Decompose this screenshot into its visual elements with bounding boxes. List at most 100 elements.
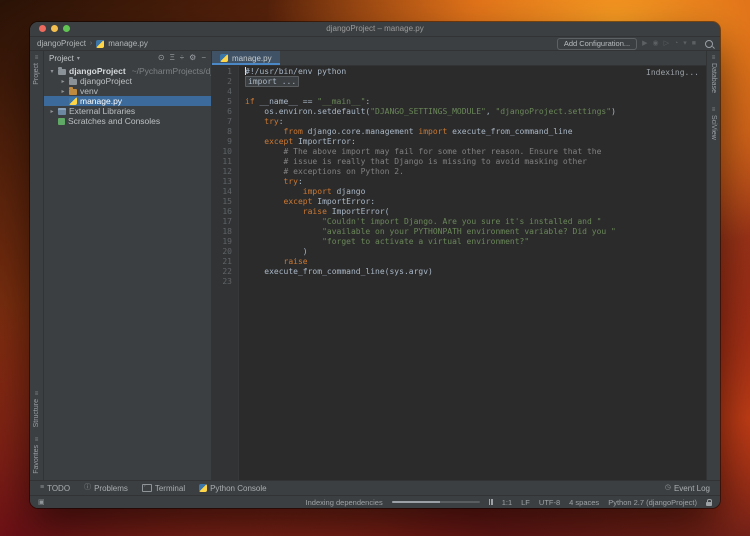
sidebar-item-structure[interactable]: ≡ Structure (33, 391, 40, 427)
code-line[interactable]: except ImportError: (239, 137, 706, 147)
line-number[interactable]: 1 (212, 67, 238, 77)
line-number[interactable]: 17 (212, 217, 238, 227)
toolwindow-button-todo[interactable]: ≡ TODO (40, 484, 70, 493)
window-titlebar[interactable]: djangoProject – manage.py (30, 22, 720, 37)
breadcrumb-file[interactable]: manage.py (108, 39, 148, 48)
bottom-tool-bar: ≡TODO ⓘProblems Terminal Python Console ◷ E… (30, 480, 720, 495)
tree-item-scratches-and-consoles[interactable]: Scratches and Consoles (44, 116, 211, 126)
code-line[interactable]: raise ImportError( (239, 207, 706, 217)
line-number[interactable]: 15 (212, 197, 238, 207)
line-number[interactable]: 20 (212, 247, 238, 257)
code-line[interactable]: except ImportError: (239, 197, 706, 207)
line-number[interactable]: 18 (212, 227, 238, 237)
code-token: # issue is really that Django is missing… (245, 157, 587, 166)
chevron-down-icon[interactable]: ▾ (49, 68, 55, 75)
tree-item-manage-py[interactable]: manage.py (44, 96, 211, 106)
toolwindow-button-problems[interactable]: ⓘ Problems (84, 484, 128, 493)
line-number[interactable]: 19 (212, 237, 238, 247)
code-line[interactable]: # exceptions on Python 2. (239, 167, 706, 177)
line-number[interactable]: 5 (212, 97, 238, 107)
line-number[interactable]: 13 (212, 177, 238, 187)
tree-item-external-libraries[interactable]: ▸ External Libraries (44, 106, 211, 116)
tree-item-djangoproject[interactable]: ▾ djangoProject ~/PycharmProjects/djangoPr… (44, 66, 211, 76)
add-configuration-button[interactable]: Add Configuration... (556, 37, 638, 50)
hide-icon[interactable]: − (201, 54, 206, 62)
code-line[interactable]: #!/usr/bin/env python (239, 67, 706, 77)
code-line[interactable]: # The above import may fail for some oth… (239, 147, 706, 157)
zoom-button[interactable] (63, 25, 70, 32)
code-line[interactable] (239, 277, 706, 287)
folded-import-region[interactable]: import ... (245, 76, 300, 87)
stop-icon[interactable]: ■ (692, 39, 696, 49)
code-content[interactable]: #!/usr/bin/env python import ... if __name… (239, 66, 706, 480)
code-line[interactable]: # issue is really that Django is missing… (239, 157, 706, 167)
close-button[interactable] (39, 25, 46, 32)
dropdown-icon[interactable]: ▾ (683, 39, 687, 49)
line-number[interactable]: 6 (212, 107, 238, 117)
toolwindow-button-python-console[interactable]: Python Console (199, 484, 267, 493)
line-number[interactable]: 9 (212, 137, 238, 147)
code-line[interactable]: from django.core.management import execu… (239, 127, 706, 137)
line-number[interactable]: 7 (212, 117, 238, 127)
line-number[interactable]: 2 (212, 77, 238, 87)
minimize-button[interactable] (51, 25, 58, 32)
line-number[interactable]: 8 (212, 127, 238, 137)
collapse-all-icon[interactable]: ÷ (180, 54, 184, 62)
toolwindow-button-terminal[interactable]: Terminal (141, 483, 185, 493)
code-line[interactable]: raise (239, 257, 706, 267)
sidebar-item-favorites[interactable]: ≡ Favorites (33, 437, 40, 474)
line-number[interactable]: 11 (212, 157, 238, 167)
line-number[interactable]: 22 (212, 267, 238, 277)
code-line[interactable]: "available on your PYTHONPATH environmen… (239, 227, 706, 237)
line-ending-widget[interactable]: LF (521, 498, 530, 507)
chevron-right-icon[interactable]: ▸ (60, 88, 66, 95)
code-line[interactable] (239, 87, 706, 97)
search-everywhere-icon[interactable] (705, 39, 713, 48)
profiler-icon[interactable]: ◔ (674, 39, 678, 49)
project-view-dropdown[interactable]: Project (49, 54, 74, 63)
tree-item-djangoproject[interactable]: ▸ djangoProject (44, 76, 211, 86)
code-line[interactable]: import django (239, 187, 706, 197)
code-line[interactable]: try: (239, 177, 706, 187)
pause-icon[interactable] (488, 499, 493, 505)
indent-widget[interactable]: 4 spaces (569, 498, 599, 507)
chevron-right-icon[interactable]: ▸ (49, 108, 55, 115)
caret-position-widget[interactable]: 1:1 (502, 498, 512, 507)
line-number[interactable]: 12 (212, 167, 238, 177)
line-number[interactable]: 23 (212, 277, 238, 287)
lock-icon[interactable] (706, 498, 712, 506)
toolwindow-toggle-icon[interactable]: ▣ (38, 498, 45, 506)
locate-icon[interactable]: ⊙ (158, 54, 165, 62)
sidebar-item-project[interactable]: ≡ Project (33, 55, 40, 85)
editor-tab-manage-py[interactable]: manage.py (212, 51, 280, 65)
code-line[interactable]: "Couldn't import Django. Are you sure it… (239, 217, 706, 227)
line-number[interactable]: 21 (212, 257, 238, 267)
code-line[interactable]: execute_from_command_line(sys.argv) (239, 267, 706, 277)
code-line[interactable]: import ... (239, 76, 706, 87)
code-line[interactable]: try: (239, 117, 706, 127)
debug-icon[interactable]: ◉ (653, 39, 659, 49)
settings-icon[interactable]: ⚙ (189, 54, 196, 62)
encoding-widget[interactable]: UTF-8 (539, 498, 560, 507)
code-line[interactable]: if __name__ == "__main__": (239, 97, 706, 107)
coverage-icon[interactable]: ▷ (664, 39, 669, 49)
interpreter-widget[interactable]: Python 2.7 (djangoProject) (608, 498, 697, 507)
code-token: if (245, 97, 260, 106)
line-number[interactable]: 16 (212, 207, 238, 217)
sidebar-item-database[interactable]: ≡ Database (710, 55, 717, 93)
run-icon[interactable]: ▶ (642, 39, 647, 49)
code-line[interactable]: os.environ.setdefault("DJANGO_SETTINGS_M… (239, 107, 706, 117)
line-number[interactable]: 10 (212, 147, 238, 157)
line-number[interactable]: 4 (212, 87, 238, 97)
code-line[interactable]: ) (239, 247, 706, 257)
chevron-right-icon[interactable]: ▸ (60, 78, 66, 85)
line-number[interactable]: 14 (212, 187, 238, 197)
code-editor[interactable]: 1 2 4 5 6 7 8 9 10 11 12 13 14 15 16 17 18 19 20 21 22 23 #!/… (212, 66, 706, 480)
code-line[interactable]: "forget to activate a virtual environmen… (239, 237, 706, 247)
sidebar-item-sciview[interactable]: ≡ SciView (710, 107, 717, 140)
tree-item-venv[interactable]: ▸ venv (44, 86, 211, 96)
editor-gutter[interactable]: 1 2 4 5 6 7 8 9 10 11 12 13 14 15 16 17 18 19 20 21 22 23 (212, 66, 239, 480)
event-log-button[interactable]: ◷ Event Log (665, 484, 710, 493)
breadcrumb-project[interactable]: djangoProject (37, 39, 86, 48)
expand-all-icon[interactable]: Ξ (170, 54, 175, 62)
